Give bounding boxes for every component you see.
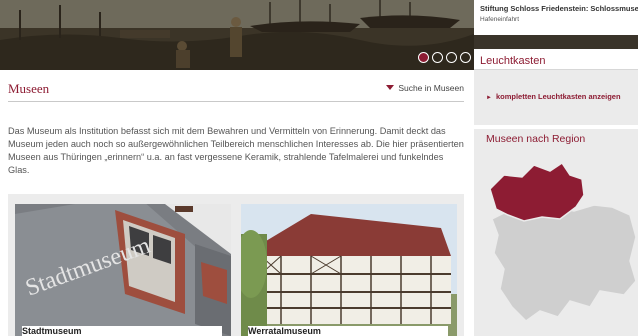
slide-dot-2[interactable] xyxy=(432,52,443,63)
lightbox-link-label: kompletten Leuchtkasten anzeigen xyxy=(495,92,621,101)
triangle-down-icon xyxy=(386,85,395,90)
chevron-right-icon: ► xyxy=(486,95,492,101)
sidebar: Leuchtkasten ► kompletten Leuchtkasten an… xyxy=(474,49,638,336)
slide-dot-1[interactable] xyxy=(418,52,429,63)
stadtmuseum-photo: Stadtmuseum xyxy=(15,204,231,336)
hero-caption-subtitle: Hafeneinfahrt xyxy=(480,16,520,23)
slide-indicators xyxy=(418,52,471,63)
museum-card[interactable]: Stadtmuseum Stadtmuseum xyxy=(15,204,231,336)
slide-dot-3[interactable] xyxy=(446,52,457,63)
hero-caption-strip xyxy=(474,35,638,49)
section-header: Museen Suche in Museen xyxy=(8,80,464,102)
museum-grid: Stadtmuseum Stadtmuseum Werratalmuseum xyxy=(8,194,464,336)
thuringia-region-map xyxy=(490,161,637,322)
slide-dot-4[interactable] xyxy=(460,52,471,63)
lightbox-link[interactable]: ► kompletten Leuchtkasten anzeigen xyxy=(486,92,621,101)
lightbox-title: Leuchtkasten xyxy=(474,49,638,70)
intro-text: Das Museum als Institution befasst sich … xyxy=(8,126,464,175)
region-title: Museen nach Region xyxy=(486,133,586,145)
museum-card-label: Werratalmuseum xyxy=(248,326,448,336)
sidebar-divider xyxy=(474,125,638,129)
hero-caption: Stiftung Schloss Friedenstein: Schlossmu… xyxy=(474,0,638,35)
search-museums-toggle[interactable]: Suche in Museen xyxy=(386,83,464,93)
museum-card[interactable]: Werratalmuseum xyxy=(241,204,457,336)
page-title: Museen xyxy=(8,81,50,96)
hero-painting xyxy=(0,0,474,70)
region-south-map-area[interactable] xyxy=(491,204,637,322)
museum-card-label: Stadtmuseum xyxy=(22,326,222,336)
region-north-map-area[interactable] xyxy=(490,161,585,222)
werratalmuseum-photo xyxy=(241,204,457,336)
hero-slideshow[interactable] xyxy=(0,0,474,70)
hero-caption-title: Stiftung Schloss Friedenstein: Schlossmu… xyxy=(480,4,638,13)
search-museums-label: Suche in Museen xyxy=(398,83,464,93)
